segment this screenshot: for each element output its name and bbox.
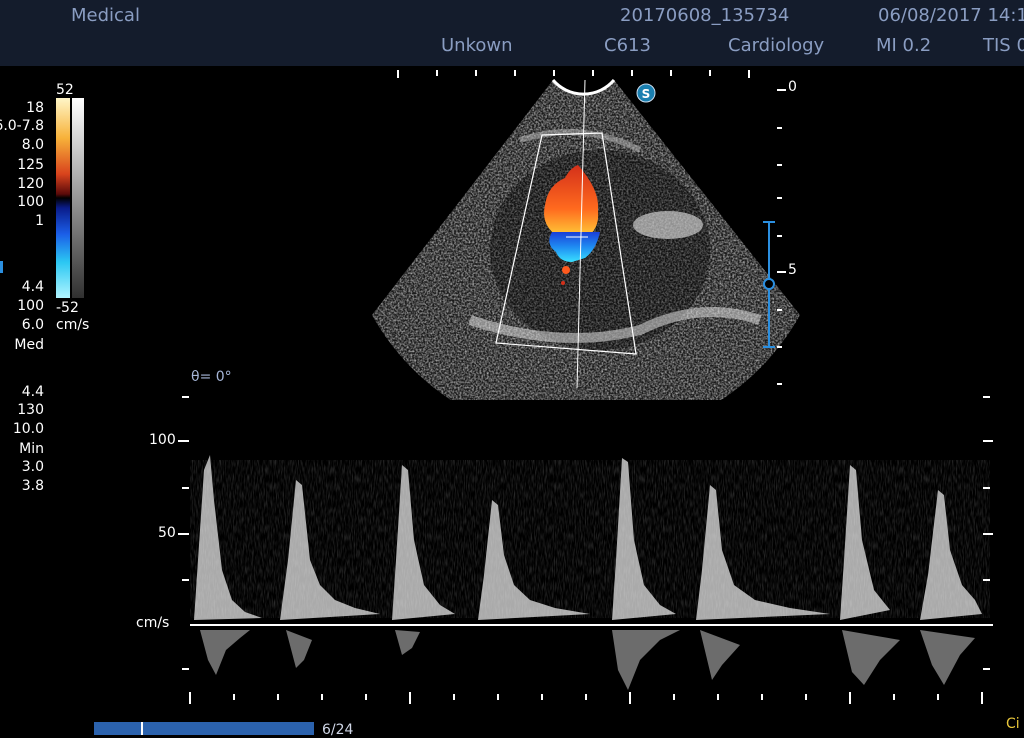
svg-text:S: S (642, 87, 651, 101)
time-ruler (189, 692, 983, 704)
cine-progress-bar[interactable] (94, 722, 314, 735)
s-badge-icon: S (636, 83, 656, 103)
spectral-ruler-left (178, 396, 189, 670)
depth-label-0: 0 (788, 79, 797, 95)
cine-frame-counter: 6/24 (322, 722, 354, 738)
top-tick-ruler (397, 70, 750, 78)
depth-label-5: 5 (788, 262, 797, 278)
cine-progress-marker[interactable] (141, 722, 143, 735)
scale-unit: cm/s (136, 615, 170, 631)
spectral-waveform (190, 455, 990, 690)
scale-label-50: 50 (158, 525, 176, 541)
cine-mode-label: Ci (1006, 716, 1020, 732)
angle-correction-label: θ= 0° (191, 369, 232, 385)
scale-label-100: 100 (149, 432, 176, 448)
